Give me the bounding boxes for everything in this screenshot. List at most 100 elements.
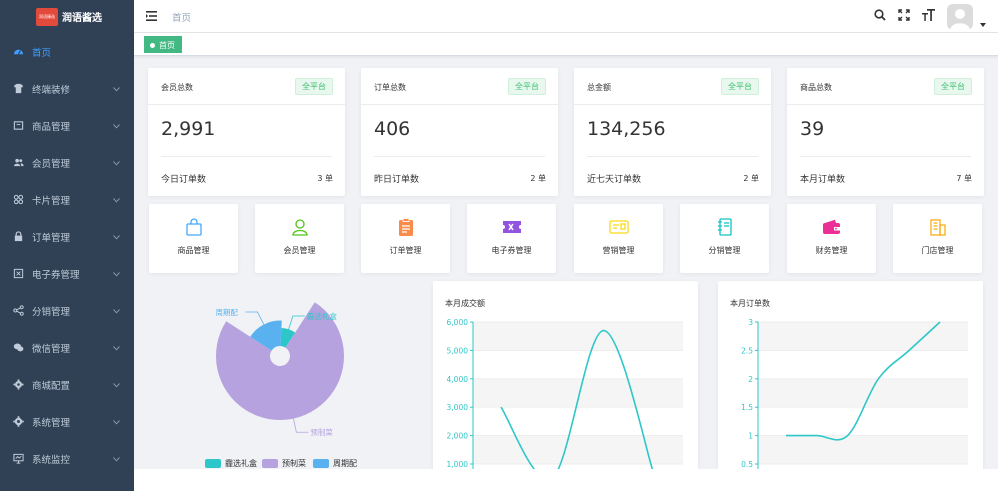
quick-nav-card[interactable]: 订单管理 — [361, 204, 450, 273]
stat-foot-label: 近七天订单数 — [587, 175, 642, 185]
logo[interactable]: 润语臻选 润语酱选 — [0, 0, 134, 33]
sales-line-chart: 6,000 5,000 4,000 3,000 2,000 1,000 — [447, 318, 683, 473]
quick-nav-card[interactable]: 商品管理 — [149, 204, 238, 273]
pie-label: 霾选礼盒 — [306, 312, 337, 322]
sidebar-item[interactable]: 卡片管理 — [0, 181, 134, 218]
stat-value: 406 — [374, 118, 411, 140]
stat-title: 商品总数 — [800, 83, 832, 92]
gear-icon — [12, 379, 24, 391]
sidebar-item[interactable]: 商品管理 — [0, 107, 134, 144]
scope-badge: 全平台 — [934, 78, 972, 95]
y-tick-label: 2.5 — [741, 346, 753, 355]
y-tick-label: 0.5 — [741, 460, 753, 469]
quick-nav-card[interactable]: 电子券管理 — [467, 204, 556, 273]
tag-home[interactable]: 首页 — [144, 36, 182, 53]
pie-panel — [148, 282, 420, 472]
sidebar-item[interactable]: 会员管理 — [0, 144, 134, 181]
logo-badge: 润语臻选 — [36, 7, 58, 26]
quick-nav-label: 营销管理 — [602, 246, 635, 255]
chevron-down-icon — [113, 121, 120, 132]
quick-nav-label: 会员管理 — [283, 246, 316, 255]
dashboard-icon — [12, 46, 24, 58]
sidebar-item[interactable]: 电子券管理 — [0, 255, 134, 292]
quick-nav-card[interactable]: 财务管理 — [787, 204, 876, 273]
stat-value: 2,991 — [161, 118, 216, 140]
sidebar-item-label: 系统监控 — [32, 454, 71, 466]
stat-foot-label: 今日订单数 — [161, 175, 207, 185]
stat-value: 39 — [800, 118, 825, 140]
navbar: 首页 — [134, 0, 998, 33]
sidebar-item[interactable]: 首页 — [0, 33, 134, 70]
sidebar-item[interactable]: 终端装修 — [0, 70, 134, 107]
sidebar-item[interactable]: 系统管理 — [0, 403, 134, 440]
tshirt-icon — [12, 83, 24, 95]
font-size-icon[interactable] — [922, 9, 935, 24]
hamburger-icon[interactable] — [146, 11, 157, 24]
wechat-icon — [12, 342, 24, 354]
scope-badge: 全平台 — [508, 78, 546, 95]
y-tick-label: 5,000 — [447, 346, 469, 355]
legend-label: 霾选礼盒 — [225, 459, 257, 468]
divider — [587, 156, 758, 157]
stat-foot-count: 2 单 — [530, 174, 546, 183]
stat-value: 134,256 — [587, 118, 666, 140]
chevron-down-icon — [113, 306, 120, 317]
scope-badge: 全平台 — [295, 78, 333, 95]
card-icon — [12, 194, 24, 206]
fullscreen-icon[interactable] — [898, 9, 910, 24]
share-icon — [12, 305, 24, 317]
sidebar-item-label: 商城配置 — [32, 380, 71, 392]
avatar[interactable] — [947, 4, 973, 30]
divider — [148, 104, 345, 105]
caret-down-icon[interactable] — [980, 20, 986, 30]
legend-item[interactable]: 周期配 — [313, 458, 357, 469]
lock-icon — [12, 231, 24, 243]
clipboard-icon — [396, 217, 416, 237]
stat-card: 会员总数 全平台 2,991 今日订单数 3 单 — [148, 68, 345, 196]
sidebar-item[interactable]: 分销管理 — [0, 292, 134, 329]
y-tick-label: 6,000 — [447, 318, 469, 327]
y-tick-label: 1.5 — [741, 403, 753, 412]
sidebar-item[interactable]: 订单管理 — [0, 218, 134, 255]
grid-band — [758, 435, 968, 464]
divider — [161, 156, 332, 157]
sidebar-item[interactable]: 微信管理 — [0, 329, 134, 366]
sidebar: 润语臻选 润语酱选 首页终端装修商品管理 会员管理 卡片管理订单管理电子券管理分销管… — [0, 0, 134, 491]
legend-label: 预制菜 — [282, 459, 306, 468]
orders-line-chart: 3 2.5 2 1.5 1 0.5 — [741, 318, 968, 473]
quick-nav-card[interactable]: 营销管理 — [574, 204, 663, 273]
sidebar-item-label: 终端装修 — [32, 84, 71, 96]
sidebar-item-label: 订单管理 — [32, 232, 71, 244]
chevron-down-icon — [113, 417, 120, 428]
divider — [374, 156, 545, 157]
legend-item[interactable]: 预制菜 — [262, 458, 306, 469]
stat-card: 订单总数 全平台 406 昨日订单数 2 单 — [361, 68, 558, 196]
sidebar-item[interactable]: 系统监控 — [0, 440, 134, 477]
chevron-down-icon — [113, 195, 120, 206]
chevron-down-icon — [113, 158, 120, 169]
y-tick-label: 4,000 — [447, 375, 469, 384]
person-icon — [290, 217, 310, 237]
search-icon[interactable] — [874, 9, 886, 24]
pie-label: 预制菜 — [310, 428, 333, 438]
coupon-icon — [12, 268, 24, 280]
scope-badge: 全平台 — [721, 78, 759, 95]
stat-card: 总金额 全平台 134,256 近七天订单数 2 单 — [574, 68, 771, 196]
quick-nav-card[interactable]: 门店管理 — [893, 204, 982, 273]
quick-nav-card[interactable]: 分销管理 — [680, 204, 769, 273]
pie-label-line — [245, 311, 265, 325]
grid-band — [473, 322, 683, 351]
building-icon — [928, 217, 948, 237]
app-name: 润语酱选 — [62, 13, 102, 24]
sidebar-item[interactable]: 商城配置 — [0, 366, 134, 403]
sidebar-item-label: 电子券管理 — [32, 269, 80, 281]
goods-icon — [12, 120, 24, 132]
breadcrumb[interactable]: 首页 — [172, 10, 191, 24]
quick-nav-card[interactable]: 会员管理 — [255, 204, 344, 273]
quick-nav-label: 门店管理 — [921, 246, 954, 255]
stat-foot-count: 7 单 — [956, 174, 972, 183]
legend-item[interactable]: 霾选礼盒 — [205, 458, 257, 469]
pie-label: 周期配 — [215, 307, 238, 317]
stat-title: 总金额 — [587, 83, 611, 92]
users-icon — [12, 157, 24, 169]
